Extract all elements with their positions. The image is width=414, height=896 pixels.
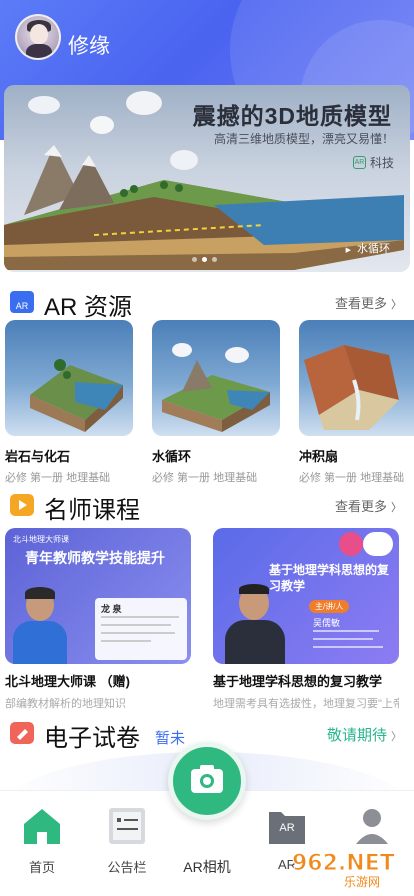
course-more-link[interactable]: 查看更多: [335, 496, 402, 515]
teacher-photo: [219, 568, 291, 664]
nav-home[interactable]: 首页: [10, 806, 74, 876]
exam-coming-soon[interactable]: 敬请期待: [327, 724, 402, 745]
ar-card-title: 冲积扇: [299, 449, 339, 464]
course-thumb-role: 主/讲/人: [309, 600, 350, 613]
brand-logo-icon: AR: [352, 156, 366, 169]
svg-text:乐游网: 乐游网: [344, 875, 380, 889]
course-desc: 部编教材解析的地理知识: [5, 698, 126, 710]
water-cycle-model-image: [162, 343, 270, 432]
ar-thumb-alluvial-fan: [299, 320, 414, 436]
ar-card-rock[interactable]: 岩石与化石 必修 第一册 地理基础: [5, 320, 133, 485]
ar-section-title: AR 资源: [44, 294, 133, 321]
notice-board-icon: [109, 808, 145, 844]
logo-icon: [363, 532, 393, 556]
teacher-info-box: 龙 泉: [95, 598, 187, 660]
ar-card-tag: 必修 第一册 地理基础: [152, 472, 258, 484]
ar-camera-button[interactable]: [168, 742, 246, 820]
teacher-name: 龙 泉: [101, 604, 122, 614]
teacher-photo: [9, 583, 71, 664]
ar-camera-label[interactable]: AR相机: [168, 857, 246, 877]
course-title: 北斗地理大师课 （赠): [5, 674, 130, 689]
username[interactable]: 修缘: [68, 30, 110, 60]
course-card-beidou[interactable]: 北斗地理大师课 青年教师教学技能提升 龙 泉 北斗地理大师课 （赠) 部编教材解…: [5, 528, 191, 711]
rock-model-image: [30, 359, 123, 432]
course-section-title: 名师课程: [44, 497, 140, 524]
exam-paper-icon: [10, 722, 34, 744]
course-thumb-beidou: 北斗地理大师课 青年教师教学技能提升 龙 泉: [5, 528, 191, 664]
ar-card-water-cycle[interactable]: 水循环 必修 第一册 地理基础: [152, 320, 280, 485]
avatar[interactable]: [15, 14, 61, 60]
logo-icon: [339, 532, 363, 556]
banner-brand-label: 科技: [369, 156, 394, 170]
ar-folder-icon: AR: [10, 291, 34, 313]
carousel-dot[interactable]: [192, 257, 197, 262]
ar-card-tag: 必修 第一册 地理基础: [299, 472, 405, 484]
carousel-dot[interactable]: [212, 257, 217, 262]
banner-caption: 水循环: [346, 240, 390, 256]
ar-section-header: AR AR 资源 查看更多: [0, 285, 414, 321]
course-title: 基于地理学科思想的复习教学: [213, 674, 383, 689]
course-desc: 地理需考具有选拔性，地理复习要"上帝视角": [213, 698, 399, 710]
ar-thumb-rock: [5, 320, 133, 436]
ar-card-title: 水循环: [152, 449, 192, 464]
watermark-logo: 962.NET 乐游网: [292, 851, 396, 890]
banner-title: 震撼的3D地质模型: [192, 103, 392, 129]
play-video-icon: [10, 494, 34, 516]
ar-card-title: 岩石与化石: [5, 449, 71, 464]
carousel-dot-active[interactable]: [202, 257, 207, 262]
banner-brand: AR 科技: [352, 154, 394, 171]
nav-notice[interactable]: 公告栏: [95, 806, 159, 876]
course-thumb-brand: 北斗地理大师课: [13, 535, 69, 544]
ar-more-link[interactable]: 查看更多: [335, 293, 402, 312]
ar-card-alluvial-fan[interactable]: 冲积扇 必修 第一册 地理基础: [299, 320, 414, 485]
site-watermark: 962.NET 乐游网: [288, 840, 406, 890]
home-icon: [24, 809, 60, 844]
nav-home-label: 首页: [28, 860, 55, 875]
course-section-header: 名师课程 查看更多: [0, 488, 414, 524]
nav-notice-label: 公告栏: [107, 860, 147, 875]
exam-section-title: 电子试卷: [44, 725, 140, 752]
banner-carousel[interactable]: 震撼的3D地质模型 高清三维地质模型，漂亮又易懂！ AR 科技 水循环: [4, 85, 410, 272]
course-thumb-review: 基于地理学科思想的复习教学 主/讲/人 吴儒敏: [213, 528, 399, 664]
svg-text:962.NET: 962.NET: [292, 851, 395, 876]
course-card-review[interactable]: 基于地理学科思想的复习教学 主/讲/人 吴儒敏 基于地理学科思想的复习教学 地理…: [213, 528, 399, 711]
ar-folder-label: AR: [279, 822, 295, 834]
exam-subtitle: 暂未: [155, 730, 186, 747]
ar-thumb-water-cycle: [152, 320, 280, 436]
carousel-dots[interactable]: [192, 257, 217, 262]
ar-card-tag: 必修 第一册 地理基础: [5, 472, 111, 484]
banner-subtitle: 高清三维地质模型，漂亮又易懂！: [213, 132, 394, 146]
camera-icon: [191, 765, 223, 793]
teacher-name: 吴儒敏: [313, 618, 341, 628]
alluvial-fan-model-image: [304, 345, 399, 430]
course-thumb-title: 青年教师教学技能提升: [25, 550, 165, 566]
